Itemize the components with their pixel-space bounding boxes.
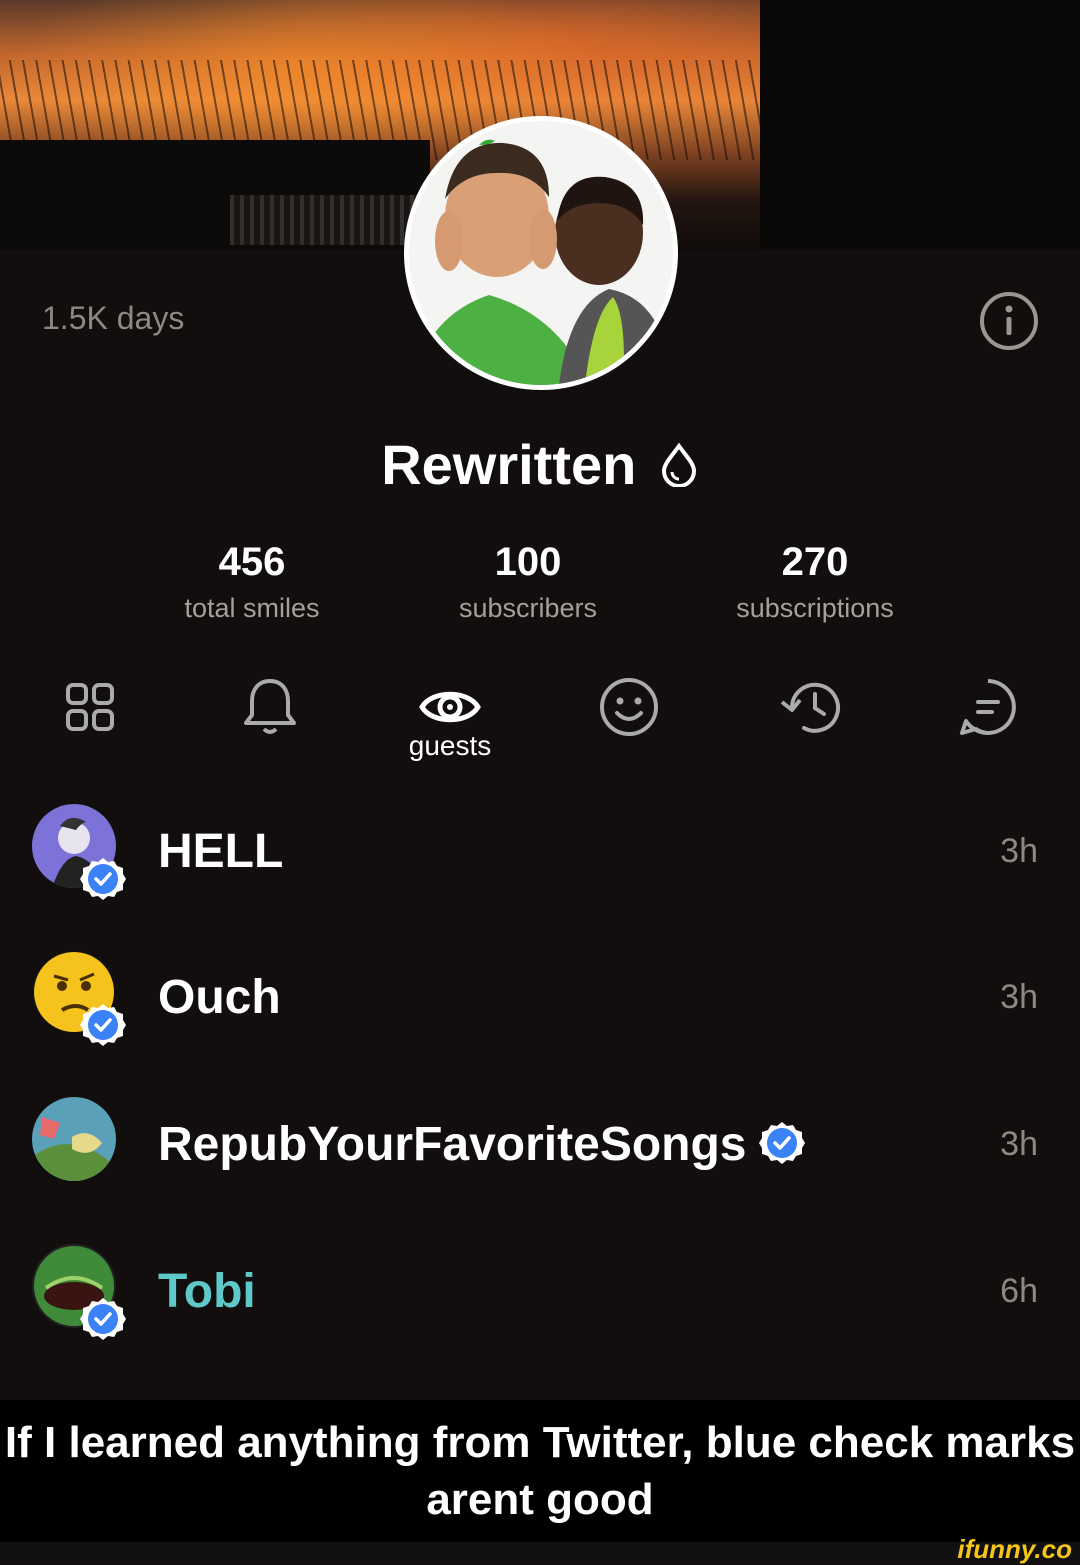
stat-label: total smiles bbox=[184, 593, 320, 623]
verified-badge-icon bbox=[758, 1122, 805, 1165]
drop-icon bbox=[661, 442, 696, 487]
stat-value: 270 bbox=[781, 540, 849, 584]
footer-bar bbox=[0, 1542, 1080, 1562]
tab-grid[interactable] bbox=[55, 672, 125, 742]
visit-time: 3h bbox=[1000, 978, 1038, 1016]
verified-badge-icon bbox=[80, 1298, 126, 1340]
history-icon bbox=[780, 682, 840, 733]
stat-subscriptions[interactable]: 270 subscriptions bbox=[685, 540, 945, 624]
list-item[interactable]: RepubYourFavoriteSongs 3h bbox=[0, 1097, 1080, 1197]
list-item[interactable]: HELL 3h bbox=[0, 804, 1080, 904]
stat-total-smiles: 456 total smiles bbox=[122, 540, 382, 624]
meme-caption: If I learned anything from Twitter, blue… bbox=[0, 1400, 1080, 1542]
verified-badge-icon bbox=[80, 1004, 126, 1046]
profile-avatar[interactable] bbox=[404, 116, 678, 390]
stat-value: 100 bbox=[494, 540, 562, 584]
list-item[interactable]: Tobi 6h bbox=[0, 1244, 1080, 1344]
account-age: 1.5K days bbox=[42, 300, 185, 336]
stat-subscribers[interactable]: 100 subscribers bbox=[398, 540, 658, 624]
bell-icon bbox=[244, 679, 296, 734]
chat-icon bbox=[960, 679, 1016, 735]
guest-name[interactable]: HELL bbox=[158, 824, 283, 879]
tab-comments[interactable] bbox=[953, 672, 1023, 742]
visit-time: 3h bbox=[1000, 1125, 1038, 1163]
username: Rewritten bbox=[381, 433, 637, 496]
visit-time: 3h bbox=[1000, 832, 1038, 870]
stat-label: subscriptions bbox=[736, 593, 894, 623]
verified-badge-icon bbox=[80, 858, 126, 900]
username-row: Rewritten bbox=[0, 432, 1080, 497]
eye-icon bbox=[419, 691, 481, 723]
tab-smiles[interactable] bbox=[594, 672, 664, 742]
info-icon[interactable] bbox=[978, 290, 1040, 352]
avatar[interactable] bbox=[32, 1097, 116, 1181]
tab-history[interactable] bbox=[776, 672, 846, 742]
visit-time: 6h bbox=[1000, 1272, 1038, 1310]
stat-value: 456 bbox=[218, 540, 286, 584]
guest-name[interactable]: RepubYourFavoriteSongs bbox=[158, 1118, 747, 1171]
tab-notifications[interactable] bbox=[235, 672, 305, 742]
grid-icon bbox=[66, 683, 114, 731]
guest-name[interactable]: Tobi bbox=[158, 1264, 256, 1319]
stat-label: subscribers bbox=[458, 593, 598, 623]
guest-name-row: RepubYourFavoriteSongs bbox=[158, 1117, 805, 1172]
guest-name[interactable]: Ouch bbox=[158, 970, 281, 1025]
watermark: ifunny.co bbox=[957, 1534, 1072, 1564]
list-item[interactable]: Ouch 3h bbox=[0, 950, 1080, 1050]
tab-guests-label: guests bbox=[408, 730, 492, 761]
smile-icon bbox=[600, 678, 658, 736]
